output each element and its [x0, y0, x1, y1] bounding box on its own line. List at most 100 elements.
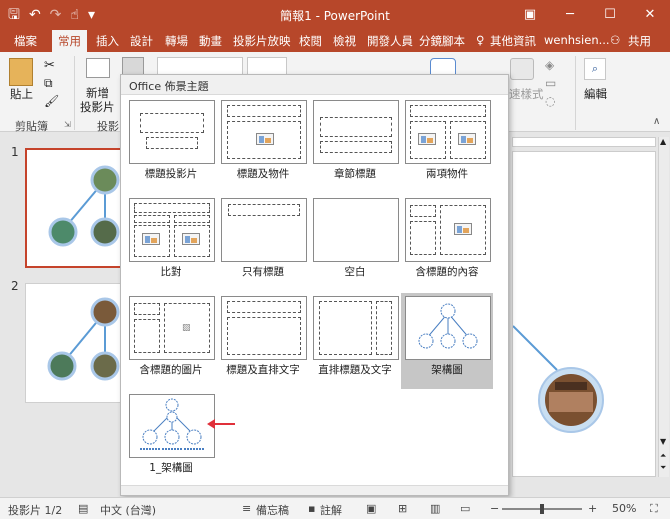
new-slide-button-line2[interactable]: 投影片 — [80, 99, 115, 115]
layout-label: 含標題的圖片 — [139, 364, 203, 376]
tab-design[interactable]: 設計 — [130, 33, 153, 49]
layout-picture-with-caption[interactable]: ▨ 含標題的圖片 — [125, 293, 217, 389]
layout-preview — [313, 100, 399, 164]
layout-section-header[interactable]: 章節標題 — [309, 97, 401, 193]
new-slide-icon[interactable] — [86, 58, 110, 78]
layout-button[interactable] — [122, 57, 144, 75]
tab-file[interactable]: 檔案 — [14, 33, 37, 49]
layout-title-and-content[interactable]: 標題及物件 — [217, 97, 309, 193]
layout-label: 架構圖 — [431, 364, 463, 376]
layout-preview — [405, 100, 491, 164]
layout-label: 標題投影片 — [144, 168, 198, 180]
zoom-thumb[interactable] — [540, 504, 544, 514]
format-painter-icon[interactable]: 🖌 — [44, 94, 59, 108]
layout-title-only[interactable]: 只有標題 — [217, 195, 309, 291]
layout-preview — [221, 100, 307, 164]
vertical-scrollbar[interactable]: ▲ ▼ ⏶ ⏷ — [658, 137, 669, 477]
hierarchy-layout-icon — [140, 398, 204, 450]
tab-animations[interactable]: 動畫 — [199, 33, 222, 49]
cut-icon[interactable]: ✂ — [44, 58, 55, 73]
zoom-level[interactable]: 50% — [612, 502, 636, 515]
shape-effects-icon[interactable]: ◌ — [545, 94, 555, 108]
gallery-resize-handle[interactable] — [121, 485, 508, 495]
scroll-down-icon[interactable]: ▼ — [660, 437, 666, 446]
content-placeholder-icon — [182, 233, 200, 245]
comments-button[interactable]: 註解 — [320, 502, 342, 518]
annotation-arrow-icon — [207, 419, 235, 429]
zoom-out-icon[interactable]: − — [490, 502, 499, 515]
group-separator — [575, 56, 576, 130]
slide-thumbnail-1[interactable] — [25, 148, 129, 268]
prev-slide-icon[interactable]: ⏶ — [660, 451, 666, 461]
layout-two-content[interactable]: 兩項物件 — [401, 97, 493, 193]
zoom-slider[interactable] — [502, 504, 582, 514]
maximize-icon[interactable]: ☐ — [590, 0, 630, 30]
horizontal-ruler — [512, 137, 656, 147]
slide-thumbnails-pane: 1 2 — [0, 133, 129, 497]
content-placeholder-icon — [418, 133, 436, 145]
content-placeholder-icon — [454, 223, 472, 235]
editing-button[interactable]: 編輯 — [584, 86, 607, 102]
paste-icon[interactable] — [9, 58, 33, 86]
comments-icon[interactable]: ▪ — [308, 502, 315, 515]
ribbon-tabs: 檔案 常用 插入 設計 轉場 動畫 投影片放映 校閱 檢視 開發人員 分鏡腳本 … — [0, 30, 670, 52]
layout-vertical-title-and-text[interactable]: 直排標題及文字 — [309, 293, 401, 389]
slideshow-view-icon[interactable]: ▭ — [460, 502, 470, 515]
layout-label: 只有標題 — [242, 266, 284, 278]
editing-icon[interactable]: ⌕ — [584, 58, 606, 80]
quick-styles-icon[interactable] — [510, 58, 534, 80]
user-name[interactable]: wenhsien... — [544, 33, 610, 47]
tab-view[interactable]: 檢視 — [333, 33, 356, 49]
tell-me-input[interactable]: 其他資訊 — [490, 33, 536, 49]
tab-insert[interactable]: 插入 — [96, 33, 119, 49]
tab-storyboard[interactable]: 分鏡腳本 — [419, 33, 465, 49]
spellcheck-icon[interactable]: ▤ — [78, 502, 88, 515]
shape-outline-icon[interactable]: ▭ — [545, 76, 556, 90]
tab-review[interactable]: 校閱 — [299, 33, 322, 49]
reading-view-icon[interactable]: ▥ — [430, 502, 440, 515]
copy-icon[interactable]: ⧉ — [44, 76, 53, 91]
scroll-up-icon[interactable]: ▲ — [660, 137, 666, 146]
slide-sorter-icon[interactable]: ⊞ — [398, 502, 407, 515]
layout-preview — [405, 296, 491, 360]
slide-counter[interactable]: 投影片 1/2 — [8, 502, 62, 518]
minimize-icon[interactable]: ─ — [550, 0, 590, 30]
hierarchy-diagram-thumb — [47, 297, 120, 381]
zoom-in-icon[interactable]: + — [588, 502, 597, 515]
close-icon[interactable]: ✕ — [630, 0, 670, 30]
clipboard-launcher-icon[interactable]: ⇲ — [64, 120, 71, 129]
collapse-ribbon-icon[interactable]: ∧ — [653, 116, 660, 127]
language-indicator[interactable]: 中文 (台灣) — [100, 502, 156, 518]
share-button[interactable]: 共用 — [628, 33, 651, 49]
layout-comparison[interactable]: 比對 — [125, 195, 217, 291]
clipboard-group-label: 剪貼簿 — [15, 120, 48, 133]
slide-thumbnail-2[interactable] — [25, 283, 129, 403]
fit-to-window-icon[interactable]: ⛶ — [650, 502, 658, 516]
slide-canvas[interactable] — [512, 151, 656, 477]
hierarchy-diagram — [512, 325, 604, 433]
tab-transitions[interactable]: 轉場 — [165, 33, 188, 49]
layout-1-hierarchy[interactable]: 1_架構圖 — [125, 391, 217, 487]
tab-developer[interactable]: 開發人員 — [367, 33, 413, 49]
shape-fill-icon[interactable]: ◈ — [545, 58, 554, 72]
window-controls: ▣ ─ ☐ ✕ — [510, 0, 670, 30]
layout-title-slide[interactable]: 標題投影片 — [125, 97, 217, 193]
paste-button[interactable]: 貼上 — [10, 86, 33, 102]
layout-label: 標題及直排文字 — [226, 364, 300, 376]
next-slide-icon[interactable]: ⏷ — [660, 463, 666, 473]
normal-view-icon[interactable]: ▣ — [366, 502, 376, 515]
layout-content-with-caption[interactable]: 含標題的內容 — [401, 195, 493, 291]
ribbon-display-icon[interactable]: ▣ — [510, 0, 550, 30]
layout-hierarchy[interactable]: 架構圖 — [401, 293, 493, 389]
layout-title-and-vertical-text[interactable]: 標題及直排文字 — [217, 293, 309, 389]
quick-styles-button[interactable]: 速樣式 — [509, 86, 544, 102]
tab-slideshow[interactable]: 投影片放映 — [233, 33, 291, 49]
layout-label: 含標題的內容 — [415, 266, 479, 278]
hierarchy-layout-icon — [418, 303, 478, 349]
layout-blank[interactable]: 空白 — [309, 195, 401, 291]
notes-button[interactable]: 備忘稿 — [256, 502, 289, 518]
tab-home[interactable]: 常用 — [52, 30, 87, 52]
tell-me-icon[interactable]: ♀ — [476, 33, 484, 47]
notes-icon[interactable]: ≡ — [242, 502, 251, 515]
share-icon[interactable]: ⚇ — [610, 33, 620, 47]
